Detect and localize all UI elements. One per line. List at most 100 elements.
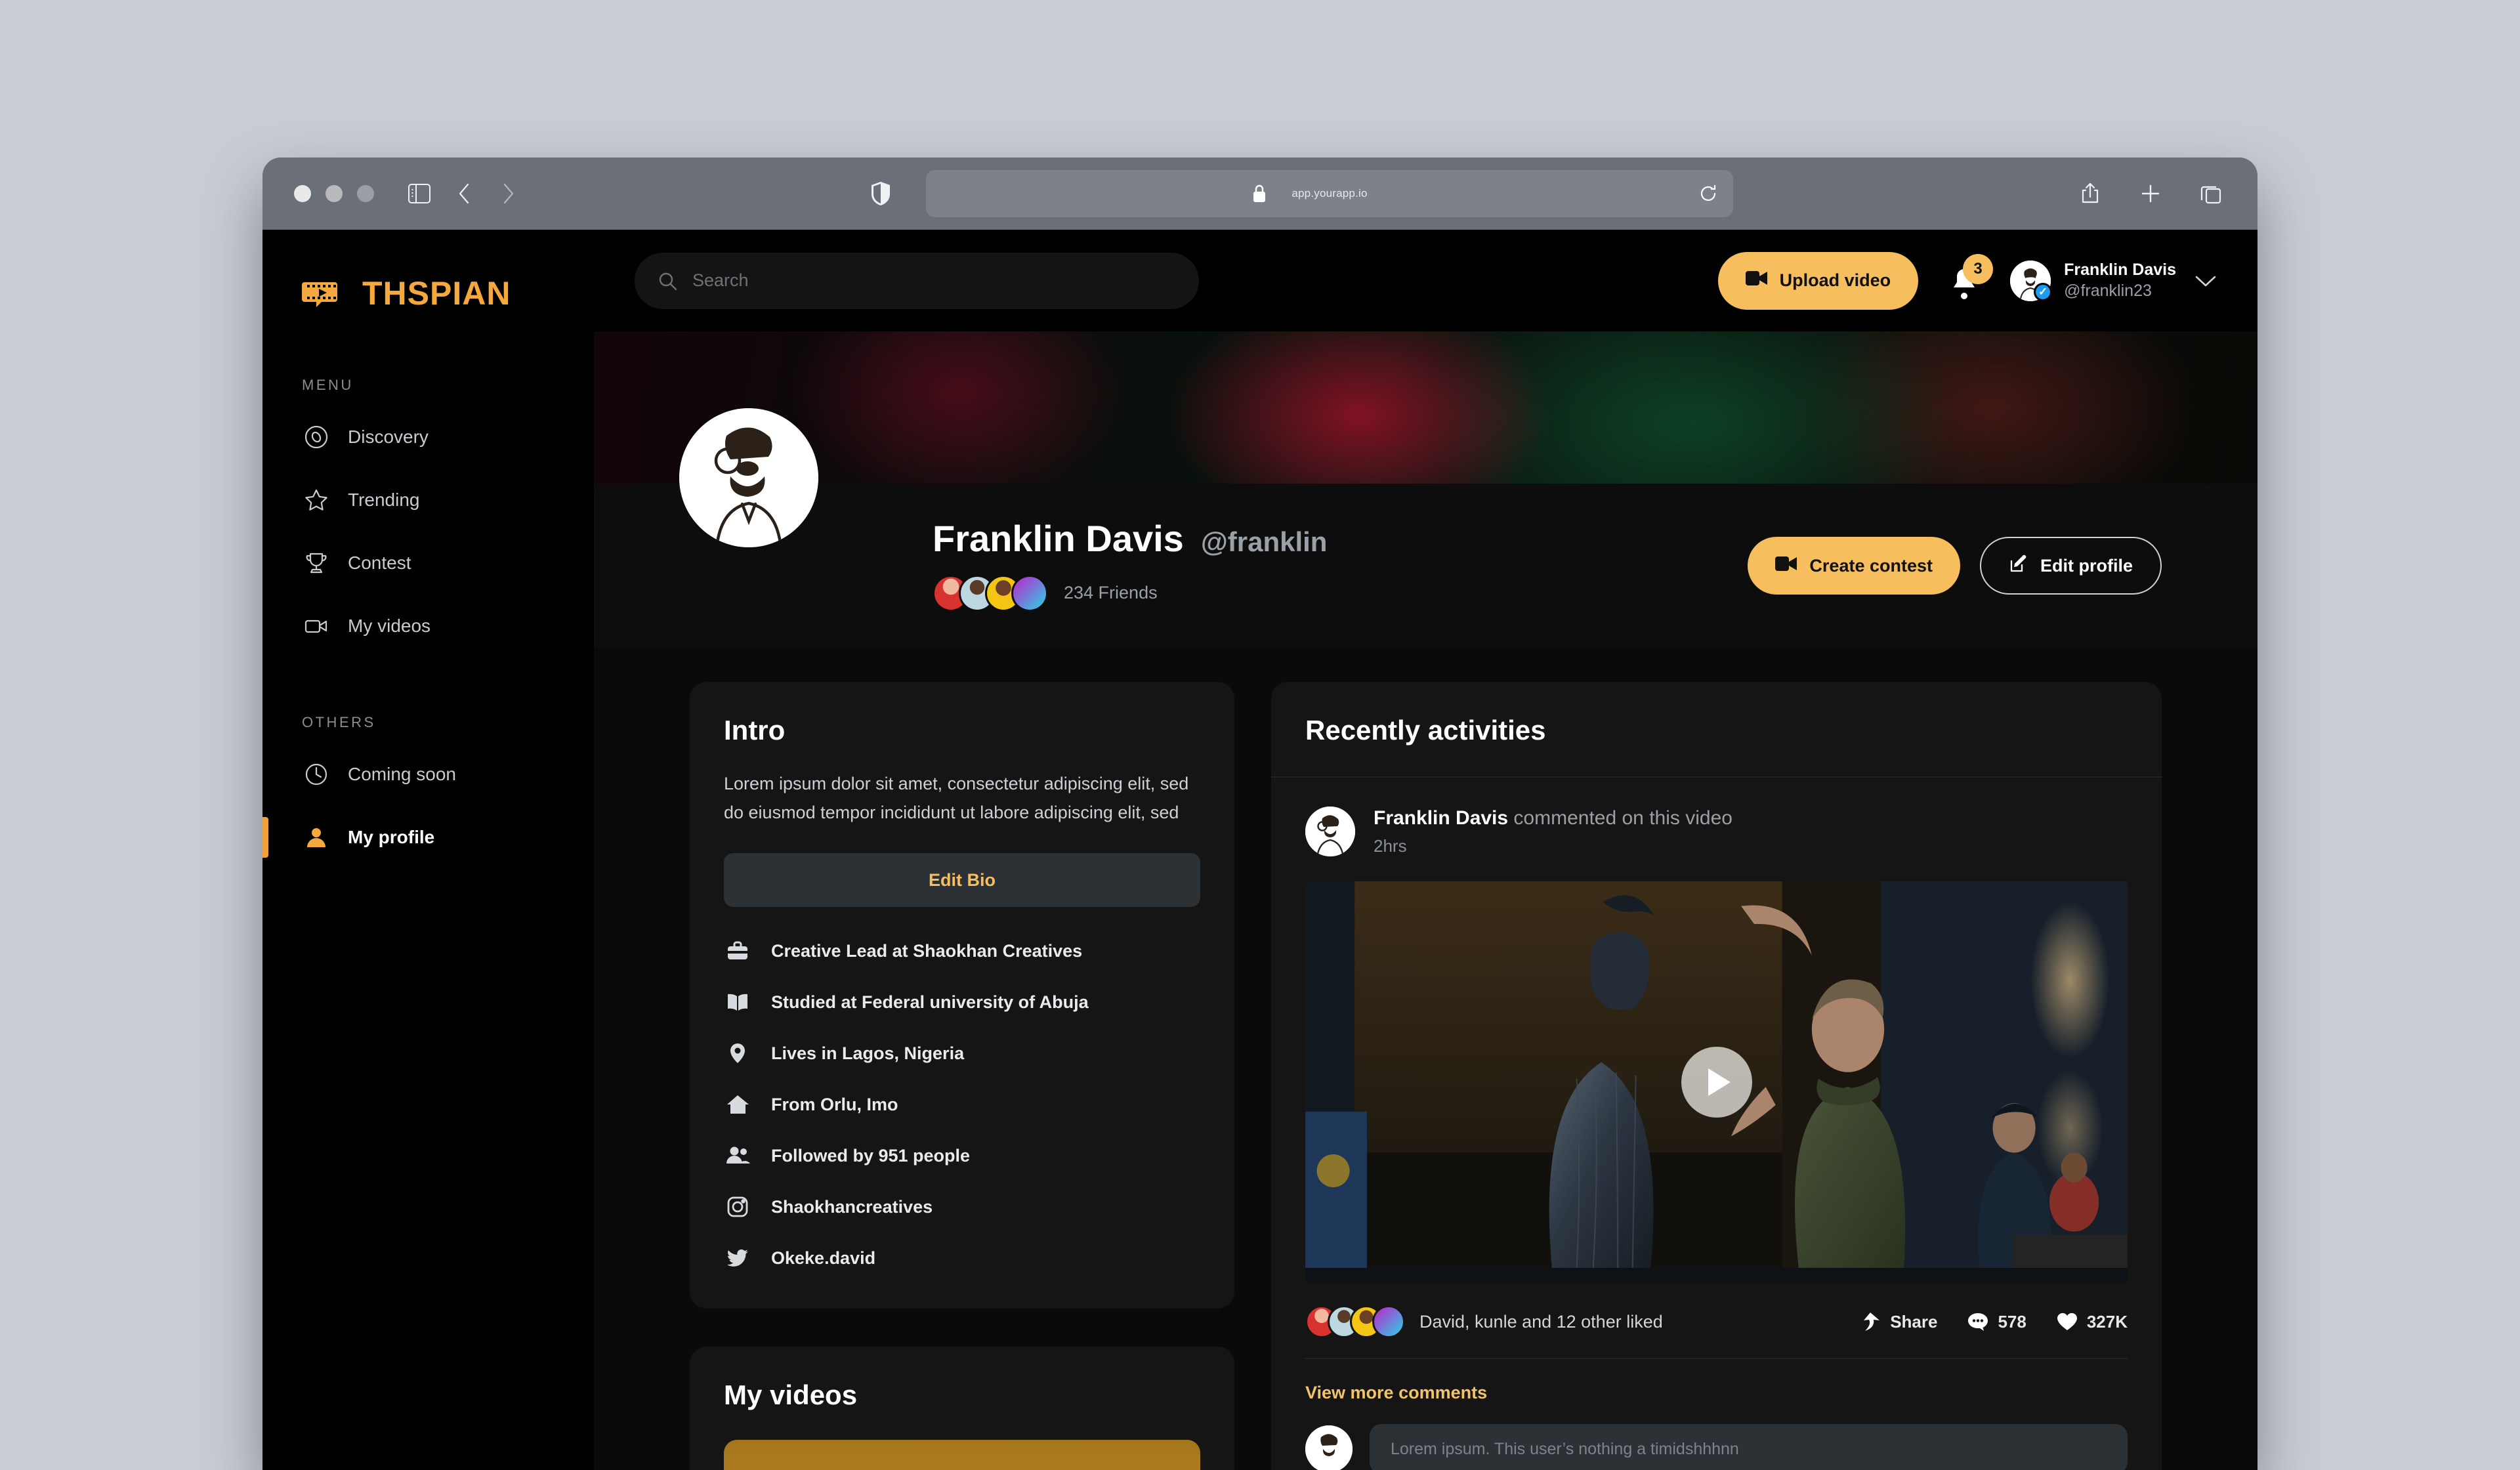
create-contest-button[interactable]: Create contest (1748, 537, 1960, 595)
liker-avatar-stack[interactable] (1305, 1305, 1405, 1338)
upload-video-button[interactable]: Upload video (1717, 251, 1919, 310)
list-item: From Orlu, Imo (724, 1091, 1200, 1118)
list-item: Studied at Federal university of Abuja (724, 988, 1200, 1016)
sidebar-item-contest[interactable]: Contest (262, 532, 594, 595)
sidebar-section-label-others: OTHERS (302, 714, 376, 730)
post-meta: Franklin Davis commented on this video 2… (1374, 807, 1732, 856)
my-videos-title: My videos (724, 1379, 858, 1411)
sidebar-item-discovery[interactable]: Discovery (262, 406, 594, 469)
comment-composer: Lorem ipsum. This user’s nothing a timid… (1305, 1424, 2128, 1470)
search-placeholder: Search (692, 270, 749, 290)
book-icon (724, 988, 751, 1016)
url-bar[interactable]: app.yourapp.io (926, 170, 1733, 217)
post-action-text: commented on this video (1513, 807, 1732, 829)
browser-window: app.yourapp.io THSPIAN MENU Discovery Tr… (262, 158, 2258, 1470)
lock-icon (1252, 184, 1267, 203)
edit-bio-button[interactable]: Edit Bio (724, 853, 1200, 908)
sidebar-item-label: My videos (348, 616, 431, 636)
url-text: app.yourapp.io (1292, 187, 1368, 200)
twitter-icon (724, 1244, 751, 1272)
chevron-left-icon[interactable] (449, 178, 479, 209)
minimize-window-button[interactable] (326, 185, 343, 202)
heart-icon (2057, 1312, 2078, 1332)
search-icon (657, 270, 678, 291)
app-logo[interactable]: THSPIAN (262, 270, 594, 316)
post-author-row: Franklin Davis commented on this video 2… (1305, 807, 2128, 856)
people-icon (724, 1142, 751, 1169)
edit-bio-label: Edit Bio (929, 870, 996, 890)
reload-icon[interactable] (1699, 184, 1717, 203)
top-bar-right: Upload video 3 ✓ Franklin Davis @frankli… (1717, 251, 2217, 310)
share-arrow-icon (1860, 1311, 1881, 1332)
active-indicator (262, 817, 268, 858)
video-thumbnail[interactable] (724, 1440, 1200, 1470)
chevron-right-icon[interactable] (494, 178, 524, 209)
list-item-label: Shaokhancreatives (771, 1196, 933, 1217)
account-name: Franklin Davis (2064, 261, 2176, 280)
activities-title: Recently activities (1305, 715, 1546, 746)
tab-overview-icon[interactable] (2196, 178, 2226, 209)
share-icon[interactable] (2075, 178, 2105, 209)
view-more-comments-link[interactable]: View more comments (1305, 1359, 2128, 1424)
star-icon (302, 486, 331, 514)
window-traffic-lights[interactable] (294, 185, 374, 202)
sidebar-item-coming-soon[interactable]: Coming soon (262, 743, 594, 806)
intro-bio-text: Lorem ipsum dolor sit amet, consectetur … (724, 774, 1189, 822)
account-menu[interactable]: ✓ Franklin Davis @franklin23 (2010, 260, 2217, 301)
share-button[interactable]: Share (1860, 1311, 1937, 1332)
video-player[interactable] (1305, 881, 2128, 1283)
comment-bubble-icon (1967, 1312, 1988, 1332)
avatar[interactable] (1305, 1425, 1353, 1470)
plus-icon[interactable] (2135, 178, 2166, 209)
maximize-window-button[interactable] (357, 185, 374, 202)
profile-header: Franklin Davis @franklin 234 Friends Cre… (594, 408, 2258, 648)
activity-post: Franklin Davis commented on this video 2… (1271, 778, 2162, 1470)
list-item: Followed by 951 people (724, 1142, 1200, 1169)
close-window-button[interactable] (294, 185, 311, 202)
search-input[interactable]: Search (635, 252, 1199, 309)
likes-button[interactable]: 327K (2057, 1312, 2128, 1332)
play-button[interactable] (1681, 1047, 1752, 1118)
chevron-down-icon[interactable] (2194, 274, 2217, 288)
top-bar: Search Upload video 3 ✓ Franklin Davis @… (594, 230, 2258, 331)
sidebar-item-label: Coming soon (348, 764, 456, 784)
upload-video-label: Upload video (1779, 270, 1891, 290)
sidebar-toggle-icon[interactable] (404, 178, 434, 209)
browser-right-tools (2075, 178, 2226, 209)
video-camera-icon (302, 612, 331, 640)
sidebar-item-trending[interactable]: Trending (262, 469, 594, 532)
avatar[interactable] (1305, 807, 1355, 856)
comment-input[interactable]: Lorem ipsum. This user’s nothing a timid… (1370, 1424, 2128, 1470)
sidebar-item-my-videos[interactable]: My videos (262, 595, 594, 658)
post-engagement-row: David, kunle and 12 other liked Share 57… (1305, 1283, 2128, 1358)
edit-pencil-icon (2009, 554, 2028, 578)
list-item: Lives in Lagos, Nigeria (724, 1040, 1200, 1067)
engagement-actions: Share 578 327K (1860, 1311, 2128, 1332)
friend-avatar-stack (933, 574, 1048, 612)
avatar[interactable]: ✓ (2010, 260, 2053, 301)
play-triangle-icon (1708, 1068, 1731, 1096)
profile-avatar[interactable] (679, 408, 818, 547)
left-column: Intro Lorem ipsum dolor sit amet, consec… (690, 682, 1234, 1470)
comments-button[interactable]: 578 (1967, 1312, 2026, 1332)
liker-avatar (1372, 1305, 1405, 1338)
home-icon (724, 1091, 751, 1118)
clock-icon (302, 760, 331, 789)
notifications-button[interactable]: 3 (1943, 253, 1994, 304)
profile-handle: @franklin (1200, 526, 1328, 557)
instagram-icon (724, 1193, 751, 1221)
page-title: Franklin Davis (933, 517, 1184, 559)
comment-count: 578 (1998, 1311, 2026, 1332)
compass-icon (302, 423, 331, 452)
liked-by-text: David, kunle and 12 other liked (1419, 1311, 1663, 1332)
page-scroll-area[interactable]: Franklin Davis @franklin 234 Friends Cre… (594, 331, 2258, 1470)
intro-card: Intro Lorem ipsum dolor sit amet, consec… (690, 682, 1234, 1309)
trophy-icon (302, 549, 331, 578)
video-camera-icon (1745, 270, 1768, 291)
friends-summary[interactable]: 234 Friends (933, 574, 1327, 612)
sidebar-item-my-profile[interactable]: My profile (262, 806, 594, 869)
recent-activities-card: Recently activities Franklin Davis comme… (1271, 682, 2162, 1470)
edit-profile-button[interactable]: Edit profile (1980, 537, 2162, 595)
list-item: Creative Lead at Shaokhan Creatives (724, 937, 1200, 965)
shield-icon[interactable] (866, 178, 896, 209)
